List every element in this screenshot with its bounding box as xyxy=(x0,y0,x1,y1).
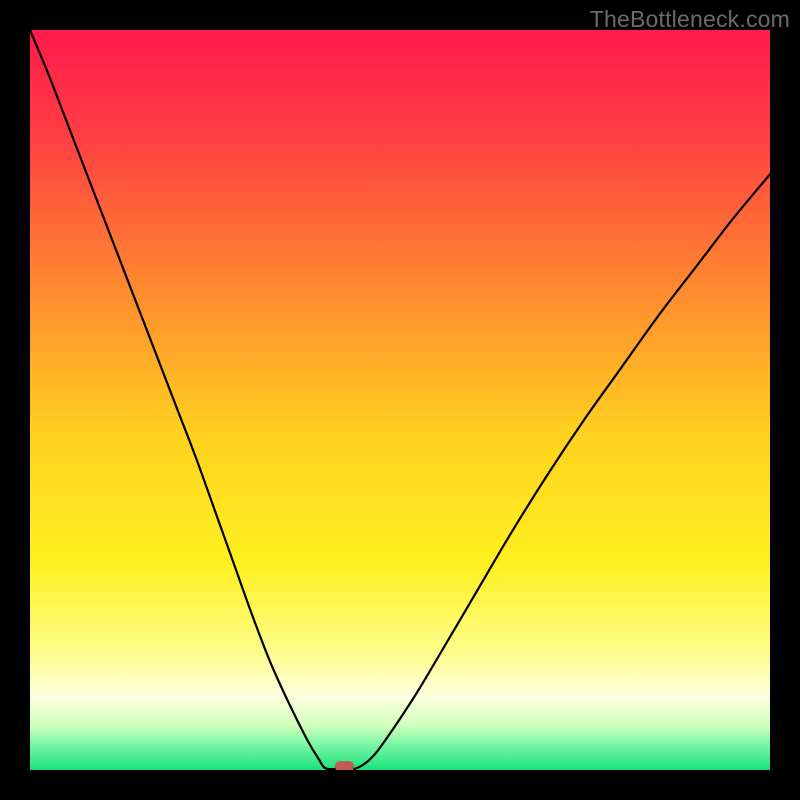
bottleneck-chart xyxy=(30,30,770,770)
bottleneck-marker xyxy=(335,761,354,770)
chart-frame: TheBottleneck.com xyxy=(0,0,800,800)
watermark-text: TheBottleneck.com xyxy=(590,6,790,33)
chart-background xyxy=(30,30,770,770)
